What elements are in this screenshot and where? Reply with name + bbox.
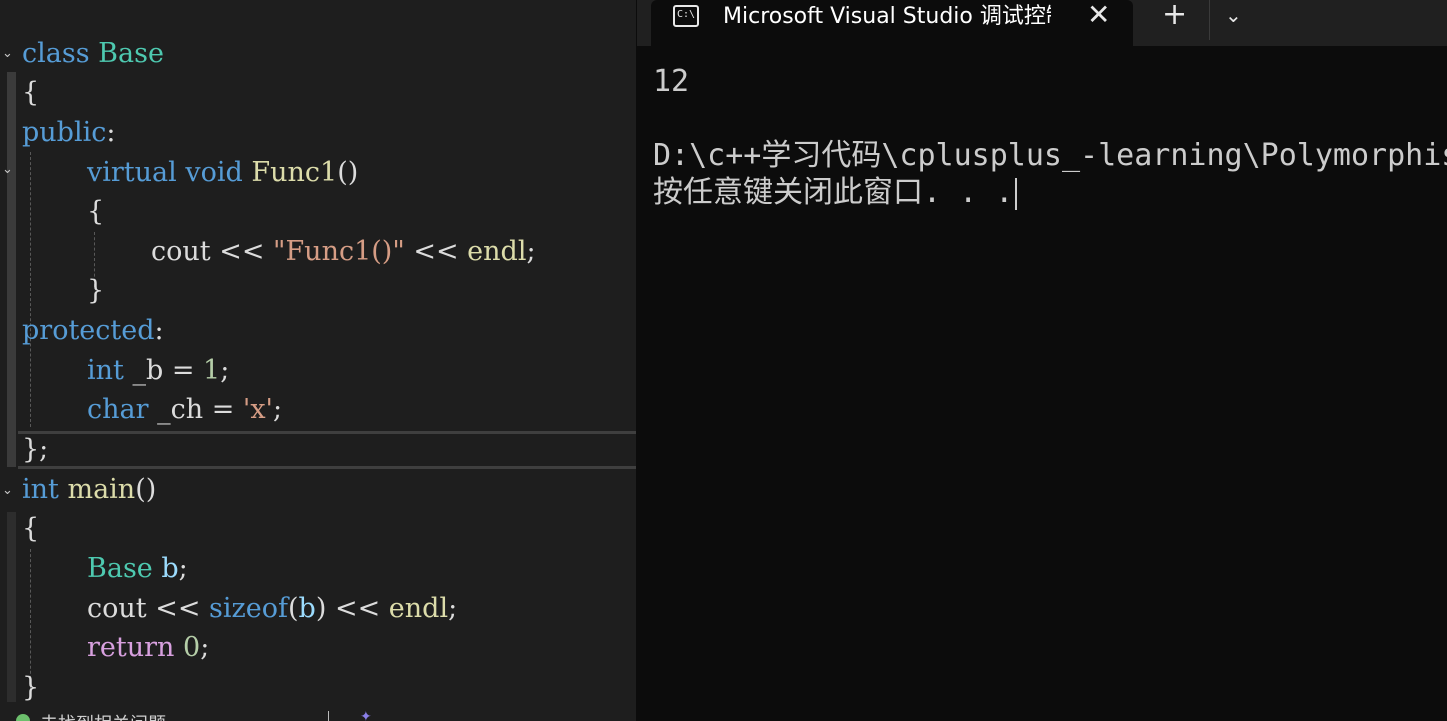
function-name: Func1: [251, 157, 338, 188]
class-name: Base: [98, 38, 164, 69]
function-name: endl: [388, 593, 449, 624]
code-text: <<: [326, 593, 389, 624]
semicolon: ;: [178, 553, 188, 584]
output-line: 12: [653, 64, 690, 99]
code-text: <<: [404, 236, 468, 267]
issues-status-text[interactable]: 未找到相关问题: [40, 710, 166, 721]
char-literal: 'x': [242, 394, 273, 425]
keyword: sizeof: [209, 593, 288, 624]
code-line-1: class Base: [22, 34, 164, 73]
console-icon: C:\: [673, 5, 699, 27]
code-line-3: public:: [22, 113, 115, 152]
code-text: _ch =: [148, 394, 243, 425]
type-keyword: int: [87, 355, 124, 386]
code-text: _b =: [123, 355, 204, 386]
number-literal: 1: [203, 355, 221, 386]
status-ok-icon: [16, 714, 30, 721]
parens: (): [337, 157, 359, 188]
indent-guide: [30, 152, 31, 427]
text-cursor: [1015, 177, 1018, 210]
keyword: public: [22, 117, 107, 148]
string-literal: "Func1()": [273, 236, 405, 267]
keyword: protected: [22, 315, 155, 346]
fold-chevron-icon[interactable]: ⌄: [2, 484, 16, 498]
fold-chevron-icon[interactable]: ⌄: [2, 47, 16, 61]
output-prompt-line: 按任意键关闭此窗口. . .: [653, 174, 1018, 212]
terminal-window[interactable]: C:\ Microsoft Visual Studio 调试控制台 ✕ + ⌄ …: [637, 0, 1447, 721]
code-text: cout <<: [151, 236, 274, 267]
code-line-16: return 0;: [87, 628, 209, 667]
code-line-8: protected:: [22, 311, 164, 350]
code-line-15: cout << sizeof(b) << endl;: [87, 589, 457, 628]
semicolon: ;: [220, 355, 230, 386]
status-divider: [328, 711, 329, 721]
number-literal: 0: [183, 632, 201, 663]
code-text: cout <<: [87, 593, 210, 624]
code-line-13: {: [22, 509, 39, 548]
keyword: virtual: [87, 157, 177, 188]
line-highlight-top: [18, 431, 636, 434]
brace: };: [22, 434, 49, 465]
function-name: main: [67, 474, 136, 505]
console-icon-label: C:\: [677, 9, 696, 20]
gutter-bar: [7, 512, 16, 702]
code-line-7: }: [87, 271, 104, 310]
code-line-12: int main(): [22, 470, 156, 509]
output-line: 按任意键关闭此窗口. . .: [653, 175, 1014, 210]
brace: {: [87, 196, 105, 227]
semicolon: ;: [200, 632, 210, 663]
variable: b: [298, 593, 316, 624]
fold-chevron-icon[interactable]: ⌄: [2, 163, 16, 177]
code-line-4: virtual void Func1(): [87, 153, 358, 192]
semicolon: ;: [448, 593, 458, 624]
punctuation: :: [154, 315, 164, 346]
punctuation: :: [106, 117, 116, 148]
brace: }: [87, 275, 105, 306]
function-separator: [18, 466, 636, 469]
type-keyword: char: [87, 394, 149, 425]
terminal-titlebar: C:\ Microsoft Visual Studio 调试控制台 ✕ + ⌄: [637, 0, 1447, 46]
new-tab-button[interactable]: +: [1162, 0, 1187, 30]
code-line-11: };: [22, 430, 48, 469]
code-line-2: {: [22, 73, 39, 112]
brace: }: [22, 672, 40, 703]
copilot-sparkle-icon[interactable]: ✦: [360, 708, 372, 721]
output-line: D:\c++学习代码\cplusplus_-learning\Polymorph…: [653, 138, 1447, 173]
code-line-5: {: [87, 192, 104, 231]
close-tab-icon[interactable]: ✕: [1087, 0, 1110, 30]
code-line-17: }: [22, 668, 39, 707]
code-line-9: int _b = 1;: [87, 351, 229, 390]
brace: {: [22, 77, 40, 108]
brace: {: [22, 513, 40, 544]
keyword: class: [22, 38, 90, 69]
type-keyword: void: [185, 157, 243, 188]
chevron-down-icon[interactable]: ⌄: [1225, 4, 1242, 26]
code-line-6: cout << "Func1()" << endl;: [151, 232, 536, 271]
function-name: endl: [467, 236, 527, 267]
code-line-10: char _ch = 'x';: [87, 390, 282, 429]
paren: (: [287, 593, 299, 624]
gutter-bar: [7, 72, 16, 467]
code-line-14: Base b;: [87, 549, 188, 588]
tab-title: Microsoft Visual Studio 调试控制台: [723, 4, 1051, 29]
parens: (): [135, 474, 157, 505]
editor-top-strip: [0, 0, 636, 35]
semicolon: ;: [272, 394, 283, 425]
control-keyword: return: [87, 632, 175, 663]
variable: b: [161, 553, 179, 584]
semicolon: ;: [526, 236, 536, 267]
paren: ): [315, 593, 327, 624]
class-name: Base: [87, 553, 153, 584]
code-editor[interactable]: ⌄ ⌄ ⌄ class Base { public: virtual void …: [0, 0, 636, 721]
type-keyword: int: [22, 474, 59, 505]
titlebar-divider: [1209, 0, 1210, 40]
terminal-tab[interactable]: C:\ Microsoft Visual Studio 调试控制台 ✕: [651, 0, 1133, 46]
editor-status-bar: 未找到相关问题 ✦: [0, 708, 636, 721]
